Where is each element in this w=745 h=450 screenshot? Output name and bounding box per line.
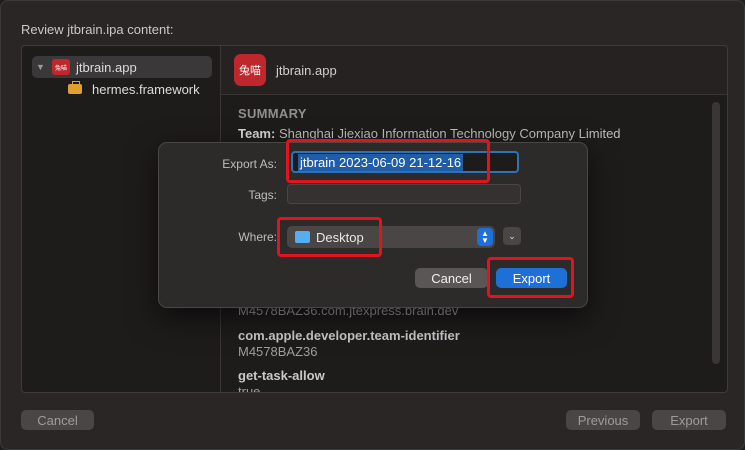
detail-app-name: jtbrain.app: [276, 62, 337, 78]
export-as-value: jtbrain 2023-06-09 21-12-16: [298, 153, 464, 171]
export-as-field[interactable]: jtbrain 2023-06-09 21-12-16: [291, 151, 519, 173]
chevron-down-icon[interactable]: ▼: [36, 62, 48, 72]
summary-section: SUMMARY Team: Shanghai Jiexiao Informati…: [238, 106, 697, 141]
sidebar-item-jtbrain-app[interactable]: ▼ 兔喵 jtbrain.app: [32, 56, 212, 78]
team-value: Shanghai Jiexiao Information Technology …: [278, 126, 621, 141]
detail-header: 兔喵 jtbrain.app: [221, 46, 727, 95]
summary-heading: SUMMARY: [238, 106, 307, 121]
tags-label: Tags:: [248, 188, 277, 202]
toolbox-icon: [68, 81, 82, 94]
export-dialog: Export As: jtbrain 2023-06-09 21-12-16 T…: [158, 142, 588, 308]
sidebar-item-label: jtbrain.app: [76, 59, 137, 75]
export-button[interactable]: Export: [652, 410, 726, 430]
expand-browser-button[interactable]: ⌄: [503, 227, 521, 245]
cancel-button[interactable]: Cancel: [21, 410, 94, 430]
updown-chevron-icon: ▲ ▼: [477, 228, 493, 246]
previous-button[interactable]: Previous: [566, 410, 640, 430]
entitlement-value: M4578BAZ36: [238, 344, 318, 359]
folder-icon: [295, 231, 310, 243]
export-as-label: Export As:: [222, 157, 277, 171]
tags-field[interactable]: [287, 184, 521, 204]
app-icon: 兔喵: [52, 59, 70, 75]
dialog-cancel-button[interactable]: Cancel: [415, 268, 488, 288]
app-icon: 兔喵: [234, 54, 266, 86]
entitlement-key: com.apple.developer.team-identifier: [238, 328, 460, 343]
entitlement-value: true: [238, 384, 261, 393]
window-title: Review jtbrain.ipa content:: [21, 22, 174, 37]
sidebar-item-hermes-framework[interactable]: hermes.framework: [68, 78, 200, 100]
dialog-export-button[interactable]: Export: [496, 268, 567, 288]
sidebar-item-label: hermes.framework: [92, 81, 200, 97]
team-label: Team:: [238, 126, 276, 141]
entitlement-key: get-task-allow: [238, 368, 325, 383]
where-select[interactable]: Desktop ▲ ▼: [287, 226, 495, 248]
where-value: Desktop: [316, 229, 364, 245]
team-line: Team: Shanghai Jiexiao Information Techn…: [238, 126, 697, 141]
where-label: Where:: [238, 230, 277, 244]
detail-scrollbar[interactable]: [712, 102, 720, 364]
